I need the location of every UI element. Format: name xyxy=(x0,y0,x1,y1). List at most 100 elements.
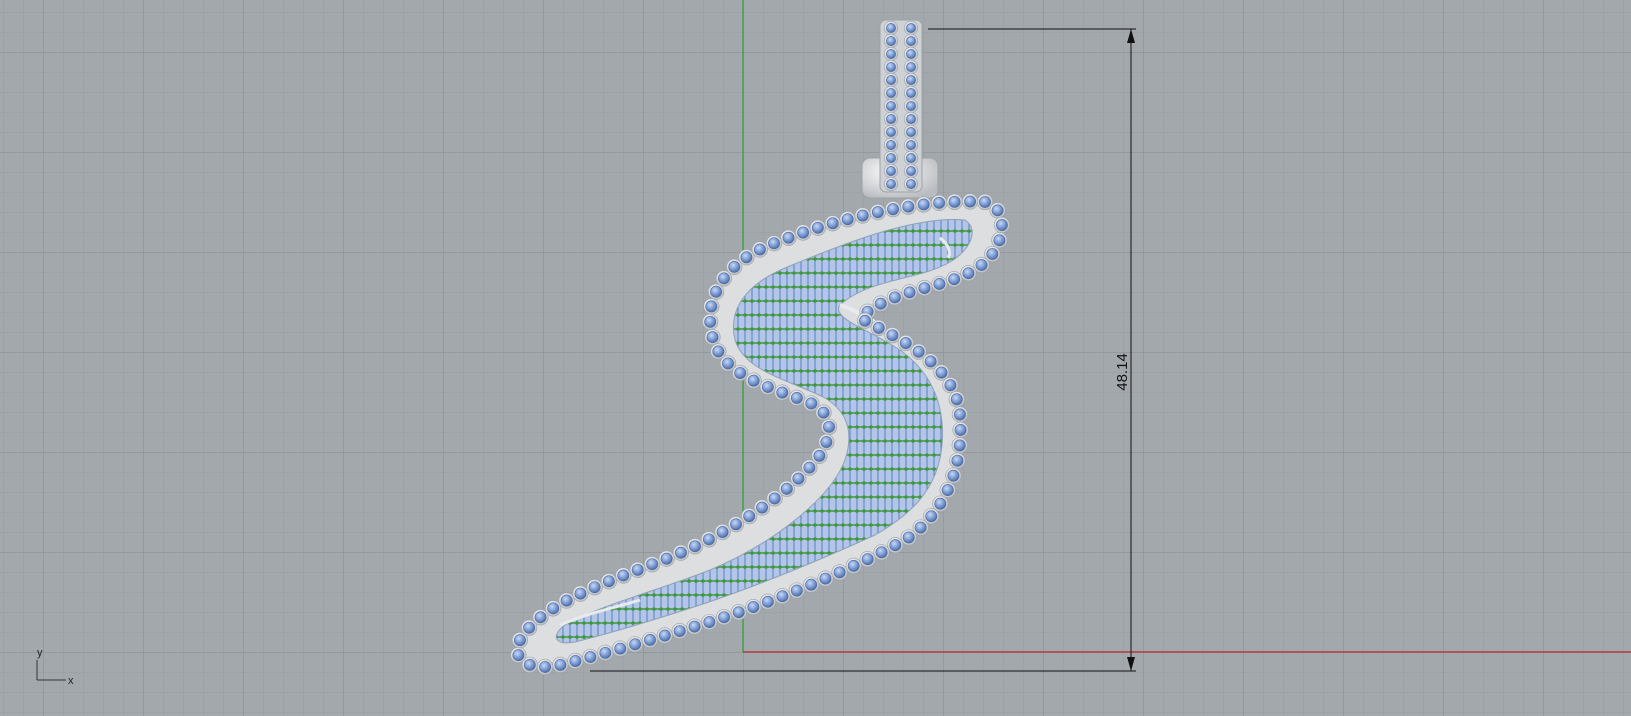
gem-stone xyxy=(914,521,927,534)
gem-stone xyxy=(917,198,930,211)
gem-stone xyxy=(673,625,686,637)
gem-stone xyxy=(803,461,816,474)
gem-stone xyxy=(710,285,722,298)
gem-stone xyxy=(935,366,948,379)
gem-stone xyxy=(886,140,896,150)
gem-stone xyxy=(584,651,597,663)
gem-stone xyxy=(602,575,615,588)
gem-stone xyxy=(887,203,899,216)
gem-stone xyxy=(993,234,1006,247)
gem-stone xyxy=(899,337,912,349)
gem-stone xyxy=(811,221,824,234)
gem-stone xyxy=(933,196,946,209)
gem-stone xyxy=(902,200,915,213)
gem-stone xyxy=(918,282,931,295)
gem-stone xyxy=(886,23,896,33)
gem-stone xyxy=(688,620,701,633)
gem-stone xyxy=(826,217,839,230)
gem-stone xyxy=(871,206,884,219)
gem-stone xyxy=(753,243,766,256)
gem-stone xyxy=(675,546,687,559)
gem-stone xyxy=(743,510,756,523)
rhino-top-viewport[interactable]: 48.14 y x xyxy=(0,0,1631,716)
gem-stone xyxy=(689,540,701,553)
gem-stone xyxy=(962,267,975,280)
gem-stone xyxy=(925,510,938,523)
gem-stone xyxy=(740,251,753,264)
gem-stone xyxy=(747,601,760,613)
gem-stone xyxy=(875,546,888,559)
gem-stone xyxy=(658,629,671,642)
gem-stone xyxy=(539,661,551,673)
gem-stone xyxy=(703,533,715,546)
gem-stone xyxy=(833,566,846,579)
gem-stone xyxy=(948,195,961,208)
gem-stone xyxy=(756,501,768,514)
dimension-value: 48.14 xyxy=(1114,353,1131,391)
gem-stone xyxy=(660,552,673,565)
gem-stone xyxy=(782,231,795,244)
gem-stone xyxy=(906,36,916,46)
gem-stone xyxy=(886,114,896,124)
gem-stone xyxy=(948,273,961,286)
gem-stone xyxy=(906,114,916,124)
gem-stone xyxy=(906,166,916,176)
gem-stone xyxy=(704,315,717,328)
gem-stone xyxy=(819,572,832,585)
gem-stone xyxy=(734,367,747,379)
gem-stone xyxy=(776,386,789,399)
gem-stone xyxy=(747,374,760,387)
gem-stone xyxy=(856,209,869,222)
gem-stone xyxy=(817,406,830,419)
gem-stone xyxy=(706,331,719,344)
gem-stone xyxy=(574,587,587,600)
gem-stone xyxy=(975,259,988,271)
gem-stone xyxy=(859,314,871,327)
gem-stone xyxy=(933,278,946,290)
gem-stone xyxy=(792,472,805,485)
gem-stone xyxy=(906,23,916,33)
gem-stone xyxy=(768,237,780,250)
gem-stone xyxy=(534,611,547,624)
gem-stone xyxy=(805,578,818,591)
gem-stone xyxy=(813,449,826,462)
gem-stone xyxy=(941,484,954,496)
gem-stone xyxy=(716,526,729,538)
gem-stone xyxy=(523,621,536,634)
gem-stone xyxy=(944,379,957,392)
gem-stone xyxy=(886,36,896,46)
gem-stone xyxy=(906,127,916,137)
gem-stone xyxy=(934,497,947,510)
gem-stone xyxy=(718,272,730,285)
viewport-canvas[interactable]: 48.14 y x xyxy=(0,0,1631,716)
gem-stone xyxy=(776,590,789,603)
gem-stone xyxy=(703,616,716,628)
gem-stone xyxy=(646,558,659,571)
gem-stone xyxy=(886,49,896,59)
gem-stone xyxy=(631,563,644,576)
gem-stone xyxy=(912,345,925,358)
gem-stone xyxy=(886,127,896,137)
gem-stone xyxy=(902,531,915,544)
gem-stone xyxy=(906,140,916,150)
gem-stone xyxy=(906,49,916,59)
gem-stone xyxy=(841,213,854,226)
gem-stone xyxy=(886,329,899,342)
gem-stone xyxy=(617,569,630,582)
gem-stone xyxy=(886,62,896,72)
gem-stone xyxy=(705,300,718,313)
gem-stone xyxy=(797,226,810,239)
gem-stone xyxy=(730,518,742,531)
axis-widget-x-label: x xyxy=(68,675,74,687)
gem-stone xyxy=(722,357,734,370)
gem-stone xyxy=(644,634,656,646)
gem-stone xyxy=(906,88,916,98)
gem-stone xyxy=(569,655,582,667)
gem-stone xyxy=(888,291,901,304)
gem-stone xyxy=(614,642,627,655)
gem-stone xyxy=(712,345,725,358)
gem-stone xyxy=(906,153,916,163)
gem-stone xyxy=(762,595,774,608)
gem-stone xyxy=(523,658,536,671)
gem-stone xyxy=(951,454,964,467)
